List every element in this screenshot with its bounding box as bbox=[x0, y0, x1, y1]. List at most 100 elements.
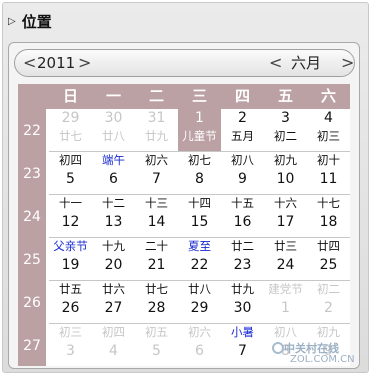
next-year-button[interactable]: > bbox=[78, 53, 91, 73]
lunar-date: 廿九 bbox=[231, 282, 254, 296]
lunar-date: 初五 bbox=[145, 325, 168, 339]
day-cell[interactable]: 初四 4 bbox=[92, 324, 135, 366]
festival-label: 小暑 bbox=[231, 325, 254, 339]
day-cell[interactable]: 十一 12 bbox=[49, 195, 92, 238]
day-cell[interactable]: 廿六 27 bbox=[92, 281, 135, 324]
lunar-date: 廿三 bbox=[274, 239, 297, 253]
day-cell[interactable]: 4 初三 bbox=[307, 109, 350, 152]
day-cell[interactable]: 十四 15 bbox=[178, 195, 221, 238]
day-cell[interactable]: 初六 6 bbox=[178, 324, 221, 366]
day-cell[interactable]: 29 廿七 bbox=[49, 109, 92, 152]
expand-triangle-icon[interactable]: ▷ bbox=[8, 16, 16, 27]
lunar-date: 初二 bbox=[317, 282, 340, 296]
month-label: 六月 bbox=[291, 54, 322, 72]
solar-date: 11 bbox=[319, 171, 338, 187]
lunar-date: 十四 bbox=[188, 196, 211, 210]
lunar-date: 初三 bbox=[317, 129, 340, 143]
day-cell[interactable]: 十二 13 bbox=[92, 195, 135, 238]
day-cell[interactable]: 廿五 26 bbox=[49, 281, 92, 324]
solar-date: 6 bbox=[109, 171, 118, 187]
lunar-date: 廿九 bbox=[145, 129, 168, 143]
solar-date: 5 bbox=[152, 343, 161, 359]
lunar-date: 廿六 bbox=[102, 282, 125, 296]
solar-date: 19 bbox=[61, 257, 80, 273]
weekday-header: 五 bbox=[277, 87, 293, 105]
solar-date: 17 bbox=[276, 214, 295, 230]
year-label: 2011 bbox=[37, 54, 76, 72]
solar-date: 30 bbox=[233, 300, 252, 316]
lunar-date: 廿五 bbox=[59, 282, 82, 296]
lunar-date: 廿二 bbox=[231, 239, 254, 253]
lunar-date: 十二 bbox=[102, 196, 125, 210]
day-cell[interactable]: 廿四 25 bbox=[307, 238, 350, 281]
lunar-date: 五月 bbox=[231, 129, 254, 143]
day-cell[interactable]: 十七 18 bbox=[307, 195, 350, 238]
solar-date: 28 bbox=[147, 300, 166, 316]
week-number: 24 bbox=[23, 209, 41, 225]
calendar-navigation-bar: < 2011 > < 六月 > bbox=[14, 49, 355, 77]
solar-date: 7 bbox=[152, 171, 161, 187]
lunar-date: 初八 bbox=[231, 153, 254, 167]
day-cell[interactable]: 父亲节 19 bbox=[49, 238, 92, 281]
lunar-date: 初四 bbox=[102, 325, 125, 339]
day-cell[interactable]: 初十 11 bbox=[307, 152, 350, 195]
solar-date: 8 bbox=[195, 171, 204, 187]
day-cell[interactable]: 初五 5 bbox=[135, 324, 178, 366]
lunar-date: 十七 bbox=[317, 196, 340, 210]
week-number: 23 bbox=[23, 166, 41, 182]
day-cell[interactable]: 初六 7 bbox=[135, 152, 178, 195]
day-cell[interactable]: 建党节 1 bbox=[264, 281, 307, 324]
day-cell[interactable]: 初九 10 bbox=[264, 152, 307, 195]
day-cell[interactable]: 3 初二 bbox=[264, 109, 307, 152]
solar-date: 23 bbox=[233, 257, 252, 273]
solar-date: 3 bbox=[66, 343, 75, 359]
lunar-date: 廿七 bbox=[145, 282, 168, 296]
solar-date: 5 bbox=[66, 171, 75, 187]
prev-month-button[interactable]: < bbox=[269, 53, 282, 73]
solar-date: 29 bbox=[190, 300, 209, 316]
zol-logo-icon bbox=[272, 342, 284, 354]
day-cell[interactable]: 端午 6 bbox=[92, 152, 135, 195]
lunar-date: 儿童节 bbox=[182, 129, 217, 143]
next-month-button[interactable]: > bbox=[341, 53, 354, 73]
day-cell[interactable]: 2 五月 bbox=[221, 109, 264, 152]
solar-date: 6 bbox=[195, 343, 204, 359]
day-cell[interactable]: 初八 9 bbox=[221, 152, 264, 195]
festival-label: 夏至 bbox=[188, 239, 211, 253]
prev-year-button[interactable]: < bbox=[23, 53, 36, 73]
day-cell-selected[interactable]: 1 儿童节 bbox=[178, 109, 221, 152]
lunar-date: 十一 bbox=[59, 196, 82, 210]
day-cell[interactable]: 廿八 29 bbox=[178, 281, 221, 324]
day-cell[interactable]: 初三 3 bbox=[49, 324, 92, 366]
day-cell[interactable]: 初七 8 bbox=[178, 152, 221, 195]
day-cell[interactable]: 二十 21 bbox=[135, 238, 178, 281]
day-cell[interactable]: 30 廿八 bbox=[92, 109, 135, 152]
solar-date: 2 bbox=[238, 110, 247, 126]
lunar-date: 廿八 bbox=[188, 282, 211, 296]
day-cell[interactable]: 初四 5 bbox=[49, 152, 92, 195]
solar-date: 26 bbox=[61, 300, 80, 316]
lunar-date: 初十 bbox=[317, 153, 340, 167]
lunar-date: 初九 bbox=[274, 153, 297, 167]
day-cell[interactable]: 十五 16 bbox=[221, 195, 264, 238]
day-cell[interactable]: 夏至 22 bbox=[178, 238, 221, 281]
day-cell[interactable]: 十六 17 bbox=[264, 195, 307, 238]
day-cell[interactable]: 廿三 24 bbox=[264, 238, 307, 281]
day-cell[interactable]: 廿九 30 bbox=[221, 281, 264, 324]
day-cell[interactable]: 小暑 7 bbox=[221, 324, 264, 366]
day-cell[interactable]: 十三 14 bbox=[135, 195, 178, 238]
day-cell[interactable]: 十九 20 bbox=[92, 238, 135, 281]
solar-date: 25 bbox=[319, 257, 338, 273]
section-header[interactable]: ▷ 位置 bbox=[8, 10, 52, 32]
weekday-header: 三 bbox=[191, 87, 207, 105]
solar-date: 4 bbox=[109, 343, 118, 359]
day-cell[interactable]: 廿二 23 bbox=[221, 238, 264, 281]
lunar-date: 初四 bbox=[59, 153, 82, 167]
weekday-header: 日 bbox=[62, 87, 78, 105]
week-number-column: 22 23 24 25 26 27 bbox=[18, 109, 46, 366]
solar-date: 20 bbox=[104, 257, 123, 273]
day-cell[interactable]: 初二 2 bbox=[307, 281, 350, 324]
day-cell[interactable]: 廿七 28 bbox=[135, 281, 178, 324]
day-cell[interactable]: 31 廿九 bbox=[135, 109, 178, 152]
weekday-header: 一 bbox=[105, 87, 121, 105]
